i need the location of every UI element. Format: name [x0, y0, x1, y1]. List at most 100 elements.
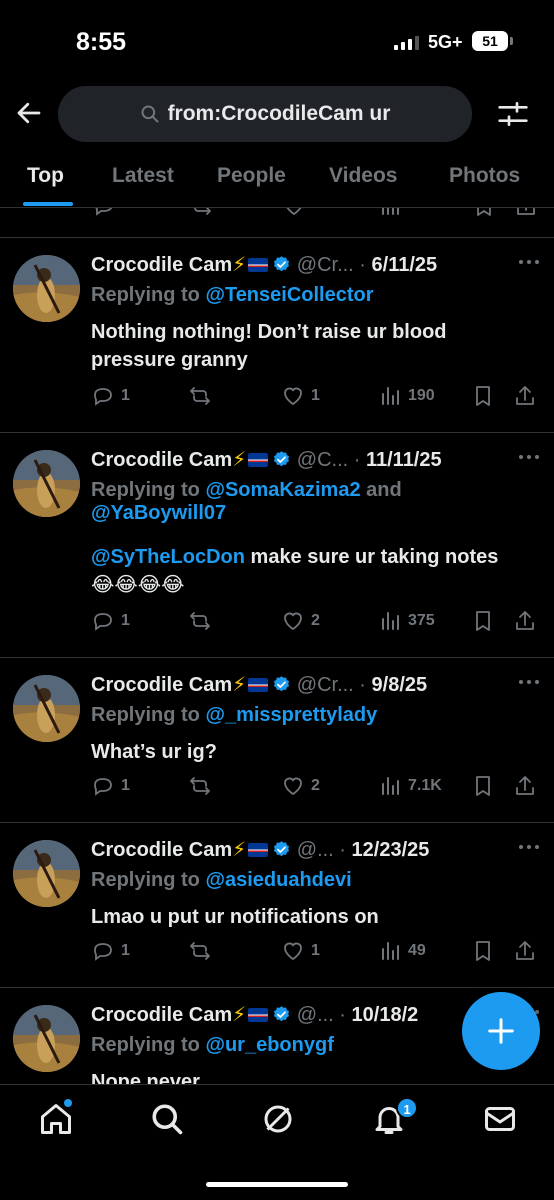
messages-envelope-icon[interactable] — [482, 1101, 518, 1137]
reply-button[interactable]: 1 — [91, 609, 130, 633]
tweet-text: Nothing nothing! Don’t raise ur blood pr… — [91, 318, 511, 374]
share-icon[interactable] — [514, 208, 538, 218]
more-options-icon[interactable] — [516, 672, 542, 692]
lightning-emoji-icon: ⚡ — [232, 1004, 247, 1026]
author-name[interactable]: Crocodile Cam — [91, 839, 232, 861]
share-button[interactable] — [513, 774, 537, 798]
views-button[interactable]: 7.1K — [378, 774, 442, 798]
mention-link[interactable]: @SyTheLocDon — [91, 546, 245, 568]
separator-dot: · — [353, 674, 372, 696]
views-button[interactable]: 375 — [378, 609, 435, 633]
avatar[interactable] — [13, 675, 80, 742]
more-options-icon[interactable] — [516, 837, 542, 857]
lightning-emoji-icon: ⚡ — [232, 674, 247, 696]
verified-badge-icon — [274, 1006, 290, 1022]
tweet[interactable]: Crocodile Cam⚡ @... · 12/23/25 Replying t… — [0, 823, 554, 987]
tweet-date[interactable]: 10/18/2 — [352, 1004, 419, 1026]
author-name[interactable]: Crocodile Cam — [91, 449, 232, 471]
like-button[interactable]: 1 — [281, 939, 320, 963]
reply-mention-link[interactable]: @_missprettylady — [205, 704, 377, 726]
tweet-date[interactable]: 11/11/25 — [366, 449, 442, 471]
compose-button[interactable] — [462, 992, 540, 1070]
tab-videos[interactable]: Videos — [329, 164, 397, 188]
reply-icon[interactable] — [92, 208, 116, 218]
like-button[interactable]: 2 — [281, 609, 320, 633]
author-name[interactable]: Crocodile Cam — [91, 674, 232, 696]
views-button[interactable]: 190 — [378, 384, 435, 408]
search-input[interactable]: from:CrocodileCam ur — [58, 86, 472, 142]
bookmark-button[interactable] — [471, 939, 495, 963]
tweet[interactable]: Crocodile Cam⚡ @Cr... · 9/8/25 Replying t… — [0, 658, 554, 822]
tweet-feed[interactable]: 8 308 Crocodile Cam⚡ @Cr... · 6/11/25Rep… — [0, 208, 554, 1084]
active-tab-indicator — [23, 202, 73, 206]
network-type: 5G+ — [428, 32, 463, 52]
replying-label: Replying to — [91, 284, 200, 306]
like-icon — [284, 612, 302, 631]
views-button[interactable]: 49 — [378, 939, 426, 963]
tweet-date[interactable]: 12/23/25 — [352, 839, 430, 861]
author-name[interactable]: Crocodile Cam — [91, 1004, 232, 1026]
tweet-text: What’s ur ig? — [91, 738, 511, 766]
tweet-body: Nothing nothing! Don’t raise ur blood pr… — [91, 321, 447, 371]
reply-mention-link[interactable]: @YaBoywill07 — [91, 502, 226, 524]
retweet-icon[interactable] — [189, 208, 213, 218]
share-button[interactable] — [513, 939, 537, 963]
avatar[interactable] — [13, 1005, 80, 1072]
tweet-body: What’s ur ig? — [91, 741, 217, 763]
flag-emoji-icon — [248, 843, 269, 857]
views-icon[interactable] — [378, 208, 402, 218]
reply-button[interactable]: 1 — [91, 774, 130, 798]
tab-top[interactable]: Top — [27, 164, 64, 188]
bookmark-button[interactable] — [471, 609, 495, 633]
search-icon[interactable] — [149, 1101, 185, 1137]
reply-mention-link[interactable]: @ur_ebonygf — [205, 1034, 333, 1056]
retweet-button[interactable] — [188, 609, 218, 633]
like-count: 2 — [311, 777, 320, 794]
tweet[interactable]: Crocodile Cam⚡ @Cr... · 6/11/25 Replying … — [0, 238, 554, 432]
tweet-date[interactable]: 9/8/25 — [372, 674, 428, 696]
retweet-button[interactable] — [188, 384, 218, 408]
verified-badge-icon — [274, 841, 290, 857]
share-icon — [516, 611, 534, 630]
reply-mention-link[interactable]: @SomaKazima2 — [205, 479, 360, 501]
like-button[interactable]: 1 — [281, 384, 320, 408]
cutoff-tweet-actions: 8 308 — [0, 208, 554, 220]
share-button[interactable] — [513, 384, 537, 408]
bookmark-button[interactable] — [471, 774, 495, 798]
retweet-button[interactable] — [188, 939, 218, 963]
reply-icon — [94, 943, 112, 961]
author-handle: @... — [296, 1004, 334, 1026]
grok-icon[interactable] — [260, 1101, 296, 1137]
reply-button[interactable]: 1 — [91, 939, 130, 963]
reply-icon — [94, 613, 112, 631]
tweet[interactable]: Crocodile Cam⚡ @C... · 11/11/25 Replying … — [0, 433, 554, 657]
bookmark-button[interactable] — [471, 384, 495, 408]
back-arrow-icon[interactable] — [14, 98, 44, 128]
reply-mention-link[interactable]: @TenseiCollector — [205, 284, 373, 306]
like-icon[interactable] — [282, 208, 306, 218]
reply-mention-link[interactable]: @asieduahdevi — [205, 869, 351, 891]
reply-button[interactable]: 1 — [91, 384, 130, 408]
bookmark-icon[interactable] — [472, 208, 496, 218]
author-name[interactable]: Crocodile Cam — [91, 254, 232, 276]
avatar[interactable] — [13, 840, 80, 907]
replying-to-line: Replying to @asieduahdevi — [91, 869, 531, 892]
share-button[interactable] — [513, 609, 537, 633]
reply-count: 1 — [121, 942, 130, 959]
more-options-icon[interactable] — [516, 252, 542, 272]
like-count: 8 — [312, 208, 321, 212]
like-button[interactable]: 2 — [281, 774, 320, 798]
tab-photos[interactable]: Photos — [449, 164, 520, 188]
tweet-date[interactable]: 6/11/25 — [372, 254, 438, 276]
flag-emoji-icon — [248, 258, 269, 272]
avatar[interactable] — [13, 450, 80, 517]
tab-latest[interactable]: Latest — [112, 164, 174, 188]
avatar[interactable] — [13, 255, 80, 322]
verified-badge-icon — [274, 256, 290, 272]
view-count: 7.1K — [408, 777, 442, 794]
more-options-icon[interactable] — [516, 447, 542, 467]
retweet-button[interactable] — [188, 774, 218, 798]
filter-sliders-icon[interactable] — [496, 98, 530, 130]
tab-people[interactable]: People — [217, 164, 286, 188]
flag-emoji-icon — [248, 678, 269, 692]
